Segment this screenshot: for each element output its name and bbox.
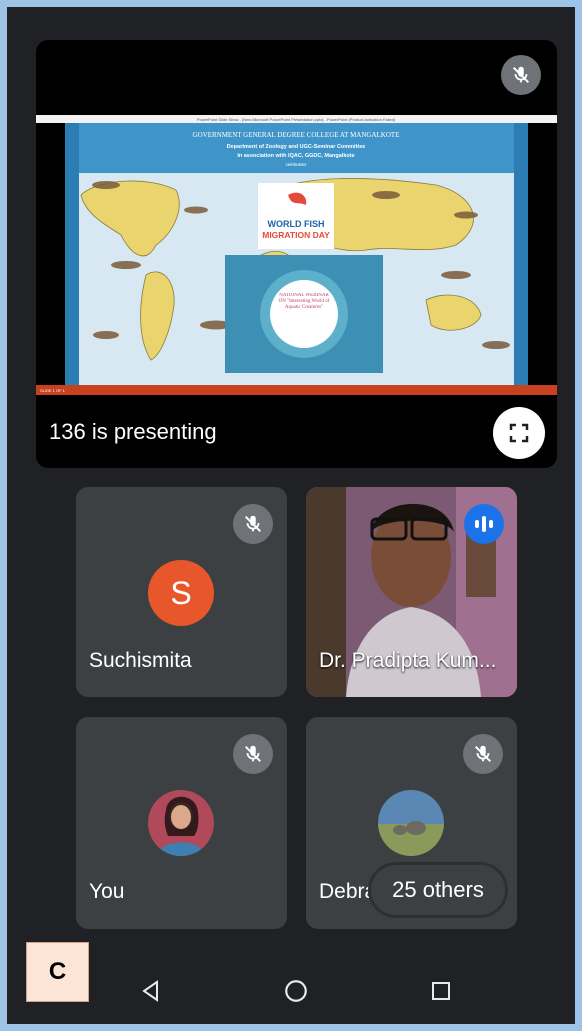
participant-name: Dr. Pradipta Kum...	[319, 649, 497, 672]
meet-screen: PowerPoint Slide Show - [New Microsoft P…	[7, 7, 575, 1024]
slide-heading: GOVERNMENT GENERAL DEGREE COLLEGE AT MAN…	[193, 131, 400, 139]
participant-tile-pradipta[interactable]: Dr. Pradipta Kum...	[306, 487, 517, 697]
participant-tile-suchismita[interactable]: S Suchismita	[76, 487, 287, 697]
navigation-bar	[7, 955, 575, 1024]
presentation-slide: PowerPoint Slide Show - [New Microsoft P…	[36, 115, 557, 395]
participant-name: You	[89, 880, 125, 903]
presenting-label: 136 is presenting	[49, 419, 217, 444]
logo-line2: MIGRATION DAY	[262, 230, 330, 240]
avatar	[378, 790, 444, 856]
mic-off-icon	[501, 55, 541, 95]
mic-off-icon	[463, 734, 503, 774]
avatar	[148, 790, 214, 856]
logo-line1: WORLD FISH	[268, 219, 325, 229]
others-button[interactable]: 25 others	[371, 865, 505, 915]
home-icon[interactable]	[282, 977, 310, 1005]
recents-icon[interactable]	[427, 977, 455, 1005]
mic-off-icon	[233, 504, 273, 544]
presentation-tile[interactable]: PowerPoint Slide Show - [New Microsoft P…	[36, 40, 557, 468]
slide-line3: celebrates	[286, 162, 308, 167]
participant-tile-you[interactable]: You	[76, 717, 287, 929]
avatar: S	[148, 560, 214, 626]
fullscreen-button[interactable]	[493, 407, 545, 459]
speaking-indicator-icon	[464, 504, 504, 544]
slide-line1: Department of Zoology and UGC-Seminar Co…	[227, 144, 366, 150]
fullscreen-icon	[509, 423, 529, 443]
back-icon[interactable]	[137, 977, 165, 1005]
poster-text: NATIONAL WEBINAR ON "Interesting World o…	[278, 293, 330, 310]
slide-line2: In association with IQAC, GGDC, Mangalko…	[237, 153, 354, 159]
mic-off-icon	[233, 734, 273, 774]
slide-titlebar: PowerPoint Slide Show - [New Microsoft P…	[197, 117, 396, 122]
corner-label: C	[26, 942, 89, 1002]
slide-status: SLIDE 1 OF 1	[40, 388, 66, 393]
participant-name: Suchismita	[89, 649, 192, 672]
